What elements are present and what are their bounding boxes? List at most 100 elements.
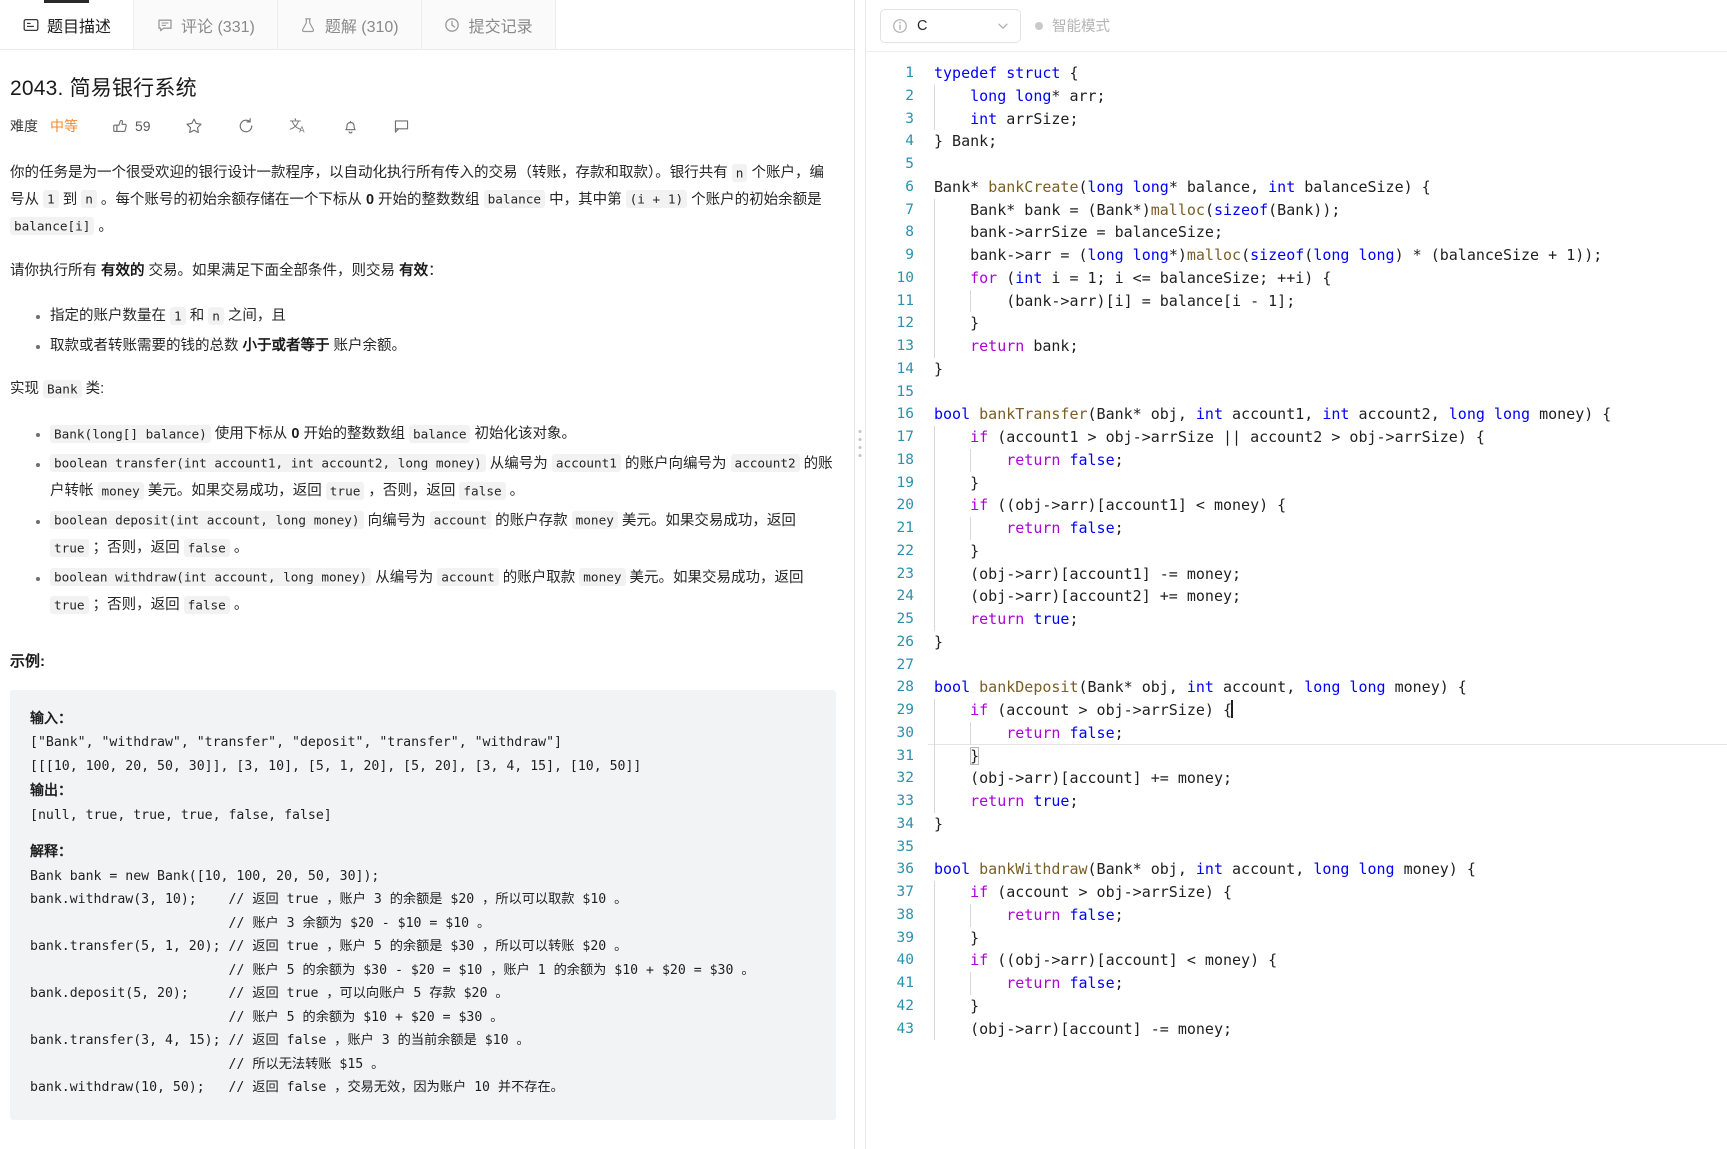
- code-token: account2,: [1349, 405, 1449, 424]
- code-line[interactable]: return true;: [928, 608, 1727, 631]
- code-line[interactable]: (bank->arr)[i] = balance[i - 1];: [928, 289, 1727, 313]
- m1-c4: true: [325, 481, 365, 500]
- m1-c1: account1: [551, 454, 621, 473]
- code-line[interactable]: [928, 381, 1727, 404]
- code-line[interactable]: }: [928, 358, 1727, 381]
- editor-pane: C 智能模式 1 2 3 4 5 6 7 8 9 10 11 12 13 14 15 16 17 18 19 20 21…: [866, 0, 1727, 1149]
- code-line[interactable]: (obj->arr)[account] -= money;: [928, 1017, 1727, 1041]
- code-content[interactable]: typedef struct { long long* arr; int arr…: [928, 52, 1727, 1149]
- line-number: 20: [896, 497, 914, 514]
- m2-t5: 。: [229, 540, 249, 557]
- code-line[interactable]: [928, 654, 1727, 677]
- tab-submissions[interactable]: 提交记录: [421, 0, 556, 49]
- code-token: money) {: [1530, 405, 1612, 424]
- code-line[interactable]: return false;: [928, 517, 1727, 540]
- code-line[interactable]: if ((obj->arr)[account1] < money) {: [928, 494, 1727, 517]
- indent-guide: [934, 221, 935, 244]
- line-number: 41: [896, 975, 914, 991]
- notify-button[interactable]: [342, 118, 359, 135]
- thumbs-up-icon: [112, 118, 129, 135]
- valid-text-2: 交易。如果满足下面全部条件，则交易: [144, 263, 400, 280]
- code-line[interactable]: return false;: [928, 903, 1727, 927]
- code-token: long long: [1304, 678, 1386, 697]
- code-line[interactable]: int arrSize;: [928, 107, 1727, 131]
- code-line[interactable]: (obj->arr)[account1] -= money;: [928, 562, 1727, 586]
- code-line[interactable]: [928, 836, 1727, 859]
- reset-button[interactable]: [237, 117, 255, 135]
- code-editor[interactable]: 1 2 3 4 5 6 7 8 9 10 11 12 13 14 15 16 17 18 19 20 21 22 23 24 2…: [866, 52, 1727, 1149]
- code-line[interactable]: if ((obj->arr)[account] < money) {: [928, 949, 1727, 972]
- tab-solutions[interactable]: 题解 (310): [277, 0, 422, 49]
- indent-guide: [934, 312, 935, 335]
- favorite-button[interactable]: [185, 117, 203, 135]
- code-line[interactable]: bool bankTransfer(Bank* obj, int account…: [928, 403, 1727, 426]
- code-line[interactable]: }: [928, 994, 1727, 1018]
- code-line[interactable]: Bank* bank = (Bank*)malloc(sizeof(Bank))…: [928, 198, 1727, 222]
- code-line[interactable]: [928, 153, 1727, 176]
- code-line[interactable]: }: [928, 539, 1727, 563]
- code-line[interactable]: }: [928, 312, 1727, 335]
- page-title: 2043. 简易银行系统: [10, 77, 197, 100]
- language-selector[interactable]: C: [880, 8, 1021, 43]
- code-token: false: [1069, 905, 1115, 924]
- code-line[interactable]: return false;: [928, 721, 1727, 745]
- code-line[interactable]: return false;: [928, 448, 1727, 472]
- code-token: (Bank* obj,: [1087, 405, 1196, 424]
- code-line[interactable]: bool bankWithdraw(Bank* obj, int account…: [928, 858, 1727, 881]
- code-line[interactable]: }: [928, 813, 1727, 836]
- code-token: int: [1322, 405, 1350, 424]
- feedback-button[interactable]: [393, 118, 410, 135]
- tab-comments[interactable]: 评论 (331): [134, 0, 278, 49]
- code-line[interactable]: }: [928, 471, 1727, 495]
- indent-guide: [934, 244, 935, 267]
- bell-icon: [342, 118, 359, 135]
- editor-scrollbar[interactable]: [1713, 52, 1727, 1149]
- code-line[interactable]: Bank* bankCreate(long long* balance, int…: [928, 176, 1727, 199]
- code-line[interactable]: (obj->arr)[account] += money;: [928, 767, 1727, 790]
- indent-guide: [970, 517, 972, 540]
- smart-mode-toggle[interactable]: 智能模式: [1035, 15, 1110, 36]
- code-line[interactable]: return true;: [928, 790, 1727, 813]
- code-line[interactable]: if (account1 > obj->arrSize || account2 …: [928, 426, 1727, 449]
- code-token: account,: [1223, 860, 1314, 879]
- problem-tabbar: 题目描述 评论 (331) 题解 (310) 提交记录: [0, 0, 854, 50]
- cond-1-code-1: 1: [170, 306, 186, 325]
- code-token: long long: [1313, 860, 1395, 879]
- code-i-plus-1: (i + 1): [625, 190, 688, 209]
- code-line[interactable]: bank->arrSize = balanceSize;: [928, 221, 1727, 244]
- intro-paragraph: 你的任务是为一个很受欢迎的银行设计一款程序，以自动化执行所有传入的交易（转账，存…: [10, 160, 836, 240]
- code-token: }: [970, 541, 980, 560]
- code-token: false: [1069, 450, 1115, 469]
- m2-c4: false: [183, 538, 230, 557]
- code-line[interactable]: }: [928, 926, 1727, 950]
- indent-guide: [934, 608, 935, 631]
- code-line[interactable]: if (account > obj->arrSize) {: [928, 881, 1727, 904]
- code-token: typedef: [934, 64, 998, 82]
- pane-splitter[interactable]: [855, 0, 866, 1149]
- code-line[interactable]: }: [928, 744, 1727, 768]
- code-line[interactable]: } Bank;: [928, 130, 1727, 153]
- translate-button[interactable]: 文A: [289, 117, 308, 136]
- like-button[interactable]: 59: [112, 118, 151, 135]
- code-line[interactable]: bool bankDeposit(Bank* obj, int account,…: [928, 676, 1727, 699]
- code-line[interactable]: }: [928, 631, 1727, 654]
- indent-guide: [970, 448, 972, 472]
- tab-description[interactable]: 题目描述: [0, 0, 135, 49]
- example-heading: 示例:: [10, 652, 45, 670]
- code-line[interactable]: return bank;: [928, 335, 1727, 358]
- code-token: ;: [1114, 723, 1124, 742]
- code-line[interactable]: typedef struct {: [928, 62, 1727, 85]
- code-line[interactable]: if (account > obj->arrSize) {: [928, 699, 1727, 722]
- code-line[interactable]: (obj->arr)[account2] += money;: [928, 585, 1727, 608]
- tab-description-label: 题目描述: [47, 18, 112, 36]
- code-line[interactable]: bank->arr = (long long*)malloc(sizeof(lo…: [928, 244, 1727, 267]
- code-line[interactable]: long long* arr;: [928, 84, 1727, 108]
- code-line[interactable]: for (int i = 1; i <= balanceSize; ++i) {: [928, 266, 1727, 290]
- code-line[interactable]: return false;: [928, 972, 1727, 995]
- code-token: }: [934, 632, 944, 651]
